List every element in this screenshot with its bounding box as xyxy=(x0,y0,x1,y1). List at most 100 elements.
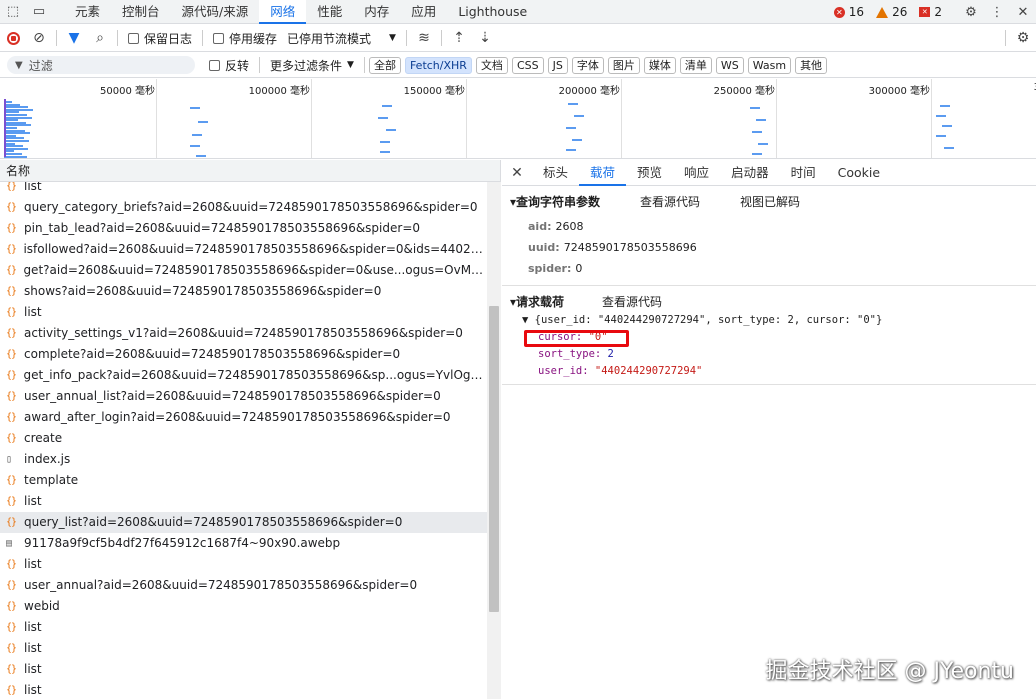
filter-type-2[interactable]: 文档 xyxy=(475,56,508,74)
request-row[interactable]: {} list xyxy=(0,302,487,323)
close-devtools-icon[interactable]: ✕ xyxy=(1010,0,1036,24)
import-har-icon[interactable]: ⇡ xyxy=(446,26,472,50)
request-row[interactable]: {} get_info_pack?aid=2608&uuid=7248590178… xyxy=(0,365,487,386)
request-list-scrollbar[interactable] xyxy=(487,182,501,699)
timeline-bar xyxy=(758,143,768,145)
request-row[interactable]: {} get?aid=2608&uuid=7248590178503558696&… xyxy=(0,260,487,281)
filter-type-6[interactable]: 图片 xyxy=(607,56,640,74)
document-icon: ▯ xyxy=(6,454,12,465)
xhr-icon: {} xyxy=(6,370,17,381)
request-row[interactable]: {} isfollowed?aid=2608&uuid=7248590178503… xyxy=(0,239,487,260)
detail-tab-6[interactable]: Cookie xyxy=(827,160,891,186)
close-detail-icon[interactable]: ✕ xyxy=(502,165,532,181)
request-row[interactable]: {} list xyxy=(0,554,487,575)
tab-1[interactable]: 控制台 xyxy=(111,0,171,24)
view-decoded-link[interactable]: 视图已解码 xyxy=(740,193,800,210)
request-row[interactable]: ▤ 91178a9f9cf5b4df27f645912c1687f4~90x90.… xyxy=(0,533,487,554)
record-stop-icon[interactable] xyxy=(0,26,26,50)
filter-type-1[interactable]: Fetch/XHR xyxy=(404,56,472,74)
request-row[interactable]: {} query_list?aid=2608&uuid=7248590178503… xyxy=(0,512,487,533)
network-conditions-icon[interactable]: ≋ xyxy=(411,26,437,50)
more-filters-dropdown[interactable]: 更多过滤条件 ▼ xyxy=(270,57,354,74)
detail-tab-1[interactable]: 载荷 xyxy=(579,160,627,186)
request-row[interactable]: {} pin_tab_lead?aid=2608&uuid=72485901785… xyxy=(0,218,487,239)
scrollbar-thumb[interactable] xyxy=(489,306,499,612)
filter-type-8[interactable]: 清单 xyxy=(679,56,712,74)
overview-time-label: 250000 毫秒 xyxy=(713,86,775,97)
error-count-badge[interactable]: ✕ 16 xyxy=(833,5,864,19)
detail-tab-3[interactable]: 响应 xyxy=(673,160,720,186)
request-name: create xyxy=(24,431,63,445)
tab-2[interactable]: 源代码/来源 xyxy=(171,0,260,24)
settings-gear-icon[interactable]: ⚙ xyxy=(958,0,984,24)
request-name: user_annual_list?aid=2608&uuid=724859017… xyxy=(24,389,441,403)
detail-tab-4[interactable]: 启动器 xyxy=(720,160,780,186)
query-params-section[interactable]: ▾查询字符串参数 查看源代码 视图已解码 xyxy=(502,190,1036,212)
request-row[interactable]: {} award_after_login?aid=2608&uuid=724859… xyxy=(0,407,487,428)
filter-funnel-icon[interactable]: ▼ xyxy=(61,26,87,50)
tab-7[interactable]: Lighthouse xyxy=(447,0,538,24)
filter-type-4[interactable]: JS xyxy=(547,56,568,74)
query-param-key: aid: xyxy=(528,220,552,233)
request-row[interactable]: {} list xyxy=(0,182,487,197)
name-column-header[interactable]: 名称 xyxy=(0,160,500,182)
network-settings-gear-icon[interactable]: ⚙ xyxy=(1010,26,1036,50)
inspect-element-icon[interactable]: ⬚ xyxy=(0,0,26,24)
clear-icon[interactable]: ⊘ xyxy=(26,26,52,50)
request-row[interactable]: {} template xyxy=(0,470,487,491)
filter-type-10[interactable]: Wasm xyxy=(747,56,792,74)
filter-type-3[interactable]: CSS xyxy=(511,56,544,74)
filter-type-7[interactable]: 媒体 xyxy=(643,56,676,74)
request-row[interactable]: ▯ index.js xyxy=(0,449,487,470)
preserve-log-checkbox[interactable]: 保留日志 xyxy=(128,30,192,47)
more-options-icon[interactable]: ⋮ xyxy=(984,0,1010,24)
request-row[interactable]: {} user_annual?aid=2608&uuid=724859017850… xyxy=(0,575,487,596)
tab-0[interactable]: 元素 xyxy=(64,0,111,24)
request-row[interactable]: {} webid xyxy=(0,596,487,617)
overview-time-label: 50000 毫秒 xyxy=(100,86,155,97)
payload-user-id: user_id: "440244290727294" xyxy=(538,365,703,377)
detail-tab-5[interactable]: 时间 xyxy=(780,160,827,186)
device-toolbar-icon[interactable]: ▭ xyxy=(26,0,52,24)
request-row[interactable]: {} query_category_briefs?aid=2608&uuid=72… xyxy=(0,197,487,218)
xhr-icon: {} xyxy=(6,517,17,528)
payload-view-source-link[interactable]: 查看源代码 xyxy=(602,293,662,310)
request-row[interactable]: {} list xyxy=(0,659,487,680)
filter-input[interactable]: ▼ 过滤 xyxy=(7,56,195,74)
detail-tab-0[interactable]: 标头 xyxy=(532,160,579,186)
view-source-link[interactable]: 查看源代码 xyxy=(640,193,700,210)
disable-cache-checkbox[interactable]: 停用缓存 xyxy=(213,30,277,47)
request-row[interactable]: {} shows?aid=2608&uuid=724859017850355869… xyxy=(0,281,487,302)
request-row[interactable]: {} activity_settings_v1?aid=2608&uuid=724… xyxy=(0,323,487,344)
export-har-icon[interactable]: ⇣ xyxy=(472,26,498,50)
xhr-icon: {} xyxy=(6,433,17,444)
issues-count-badge[interactable]: ✕ 2 xyxy=(919,5,942,19)
xhr-icon: {} xyxy=(6,202,17,213)
tab-4[interactable]: 性能 xyxy=(306,0,353,24)
filter-type-5[interactable]: 字体 xyxy=(571,56,604,74)
request-row[interactable]: {} user_annual_list?aid=2608&uuid=7248590… xyxy=(0,386,487,407)
request-row[interactable]: {} list xyxy=(0,491,487,512)
request-row[interactable]: {} create xyxy=(0,428,487,449)
detail-tab-2[interactable]: 预览 xyxy=(626,160,673,186)
filter-type-0[interactable]: 全部 xyxy=(368,56,401,74)
overview-divider xyxy=(156,79,157,158)
request-row[interactable]: {} list xyxy=(0,680,487,699)
tab-5[interactable]: 内存 xyxy=(353,0,400,24)
request-row[interactable]: {} list xyxy=(0,617,487,638)
timeline-bar xyxy=(936,135,946,137)
filter-type-11[interactable]: 其他 xyxy=(795,56,828,74)
invert-checkbox[interactable]: 反转 xyxy=(209,57,249,74)
search-icon[interactable]: ⌕ xyxy=(87,26,113,50)
request-payload-section[interactable]: ▾请求载荷 查看源代码 xyxy=(502,290,1036,312)
request-list: 名称 {} list {} query_category_briefs?aid=260… xyxy=(0,160,501,699)
payload-summary[interactable]: ▼ {user_id: "440244290727294", sort_type… xyxy=(522,312,1036,329)
throttle-select[interactable]: 已停用节流模式 ▼ xyxy=(287,30,396,47)
request-row[interactable]: {} list xyxy=(0,638,487,659)
tab-3[interactable]: 网络 xyxy=(259,0,307,24)
warning-count-badge[interactable]: 26 xyxy=(876,5,907,19)
timeline-overview[interactable]: 50000 毫秒 100000 毫秒 150000 毫秒 200000 毫秒 25000… xyxy=(0,79,1036,159)
request-row[interactable]: {} complete?aid=2608&uuid=724859017850355… xyxy=(0,344,487,365)
filter-type-9[interactable]: WS xyxy=(715,56,744,74)
tab-6[interactable]: 应用 xyxy=(400,0,447,24)
